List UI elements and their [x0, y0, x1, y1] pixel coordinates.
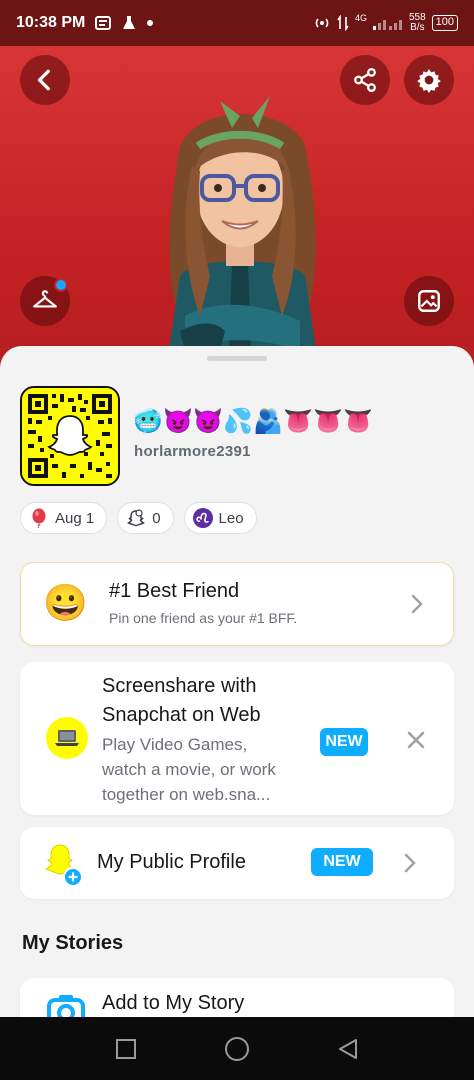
notification-dot: [54, 278, 68, 292]
flask-icon: [123, 16, 136, 29]
bitmoji-background-button[interactable]: [404, 276, 454, 326]
gear-icon: [417, 69, 441, 93]
best-friend-title: #1 Best Friend: [109, 580, 240, 602]
new-badge: NEW: [311, 848, 373, 876]
friends-count-chip[interactable]: 0: [117, 502, 174, 534]
net-speed-unit: B/s: [410, 22, 425, 33]
emoji-2: 😈: [163, 408, 193, 435]
friend-emoji-row[interactable]: 🥶 😈 😈 💦 🫂 👅 👅 👅: [133, 408, 373, 436]
profile-header: [0, 46, 474, 376]
new-badge: NEW: [320, 728, 368, 756]
network-type: 4G: [354, 13, 367, 23]
screenshare-desc-line2: watch a movie, or work: [102, 760, 276, 779]
home-button[interactable]: [217, 1029, 257, 1069]
public-profile-icon: [44, 843, 84, 887]
system-nav-bar: [0, 1017, 474, 1080]
square-icon: [115, 1038, 136, 1059]
hotspot-icon: [315, 18, 329, 28]
ghost-friends-icon: [126, 508, 146, 528]
add-to-story-label: Add to My Story: [102, 992, 245, 1014]
dot-icon: [147, 20, 154, 26]
leo-zodiac-icon: [192, 508, 213, 528]
screenshare-desc-line3: together on web.sna...: [102, 785, 271, 804]
birthday-label: Aug 1: [55, 509, 95, 527]
bitmoji-avatar[interactable]: [140, 76, 340, 376]
back-button[interactable]: [20, 55, 70, 105]
share-profile-button[interactable]: [340, 55, 390, 105]
screenshare-title-line2: Snapchat on Web: [102, 704, 261, 726]
emoji-3: 😈: [193, 408, 223, 435]
triangle-back-icon: [339, 1038, 358, 1059]
snapcode[interactable]: [20, 386, 120, 486]
emoji-6: 👅: [283, 408, 313, 435]
emoji-4: 💦: [223, 408, 253, 435]
laptop-icon: [46, 717, 88, 759]
status-time: 10:38 PM: [16, 14, 86, 31]
emoji-1: 🥶: [133, 408, 163, 435]
best-friend-subtitle: Pin one friend as your #1 BFF.: [109, 610, 298, 626]
settings-button[interactable]: [404, 55, 454, 105]
image-icon: [418, 290, 440, 312]
emoji-7: 👅: [313, 408, 343, 435]
chevron-right-icon: [411, 594, 423, 614]
hanger-icon: [33, 290, 57, 308]
sheet-grabber[interactable]: [207, 356, 267, 361]
chevron-right-icon: [404, 853, 416, 873]
zodiac-chip[interactable]: Leo: [183, 502, 257, 534]
chevron-left-icon: [37, 69, 50, 91]
public-profile-card[interactable]: My Public Profile NEW: [20, 827, 454, 899]
emoji-5: 🫂: [253, 408, 283, 435]
best-friend-card[interactable]: 😀 #1 Best Friend Pin one friend as your …: [20, 562, 454, 646]
signal-icon: [372, 20, 402, 30]
balloon-icon: [29, 508, 49, 528]
screenshare-desc-line1: Play Video Games,: [102, 735, 248, 754]
birthday-chip[interactable]: Aug 1: [20, 502, 108, 534]
message-icon: [95, 16, 112, 30]
friends-count-label: 0: [152, 509, 161, 527]
profile-sheet: 🥶 😈 😈 💦 🫂 👅 👅 👅 horlarmore2391 Aug 1 0 L…: [0, 346, 474, 1068]
bitmoji-wardrobe-button[interactable]: [20, 276, 70, 326]
my-stories-heading: My Stories: [22, 932, 124, 954]
screenshare-title-line1: Screenshare with: [102, 675, 257, 697]
public-profile-title: My Public Profile: [97, 851, 246, 873]
circle-icon: [224, 1036, 249, 1061]
profile-chips: Aug 1 0 Leo: [20, 502, 257, 534]
qr-code-icon: [22, 388, 118, 484]
status-bar: 10:38 PM 4G 558 B/s 100: [0, 0, 474, 46]
battery-indicator: 100: [431, 15, 458, 31]
data-transfer-icon: [337, 15, 349, 31]
username[interactable]: horlarmore2391: [134, 443, 251, 460]
close-icon[interactable]: [406, 730, 426, 750]
emoji-8: 👅: [343, 408, 373, 435]
screenshare-promo-card[interactable]: Screenshare with Snapchat on Web Play Vi…: [20, 662, 454, 815]
grinning-emoji-icon: 😀: [43, 582, 88, 623]
zodiac-label: Leo: [218, 509, 244, 527]
share-icon: [354, 67, 376, 93]
recents-button[interactable]: [106, 1029, 146, 1069]
back-nav-button[interactable]: [328, 1029, 368, 1069]
